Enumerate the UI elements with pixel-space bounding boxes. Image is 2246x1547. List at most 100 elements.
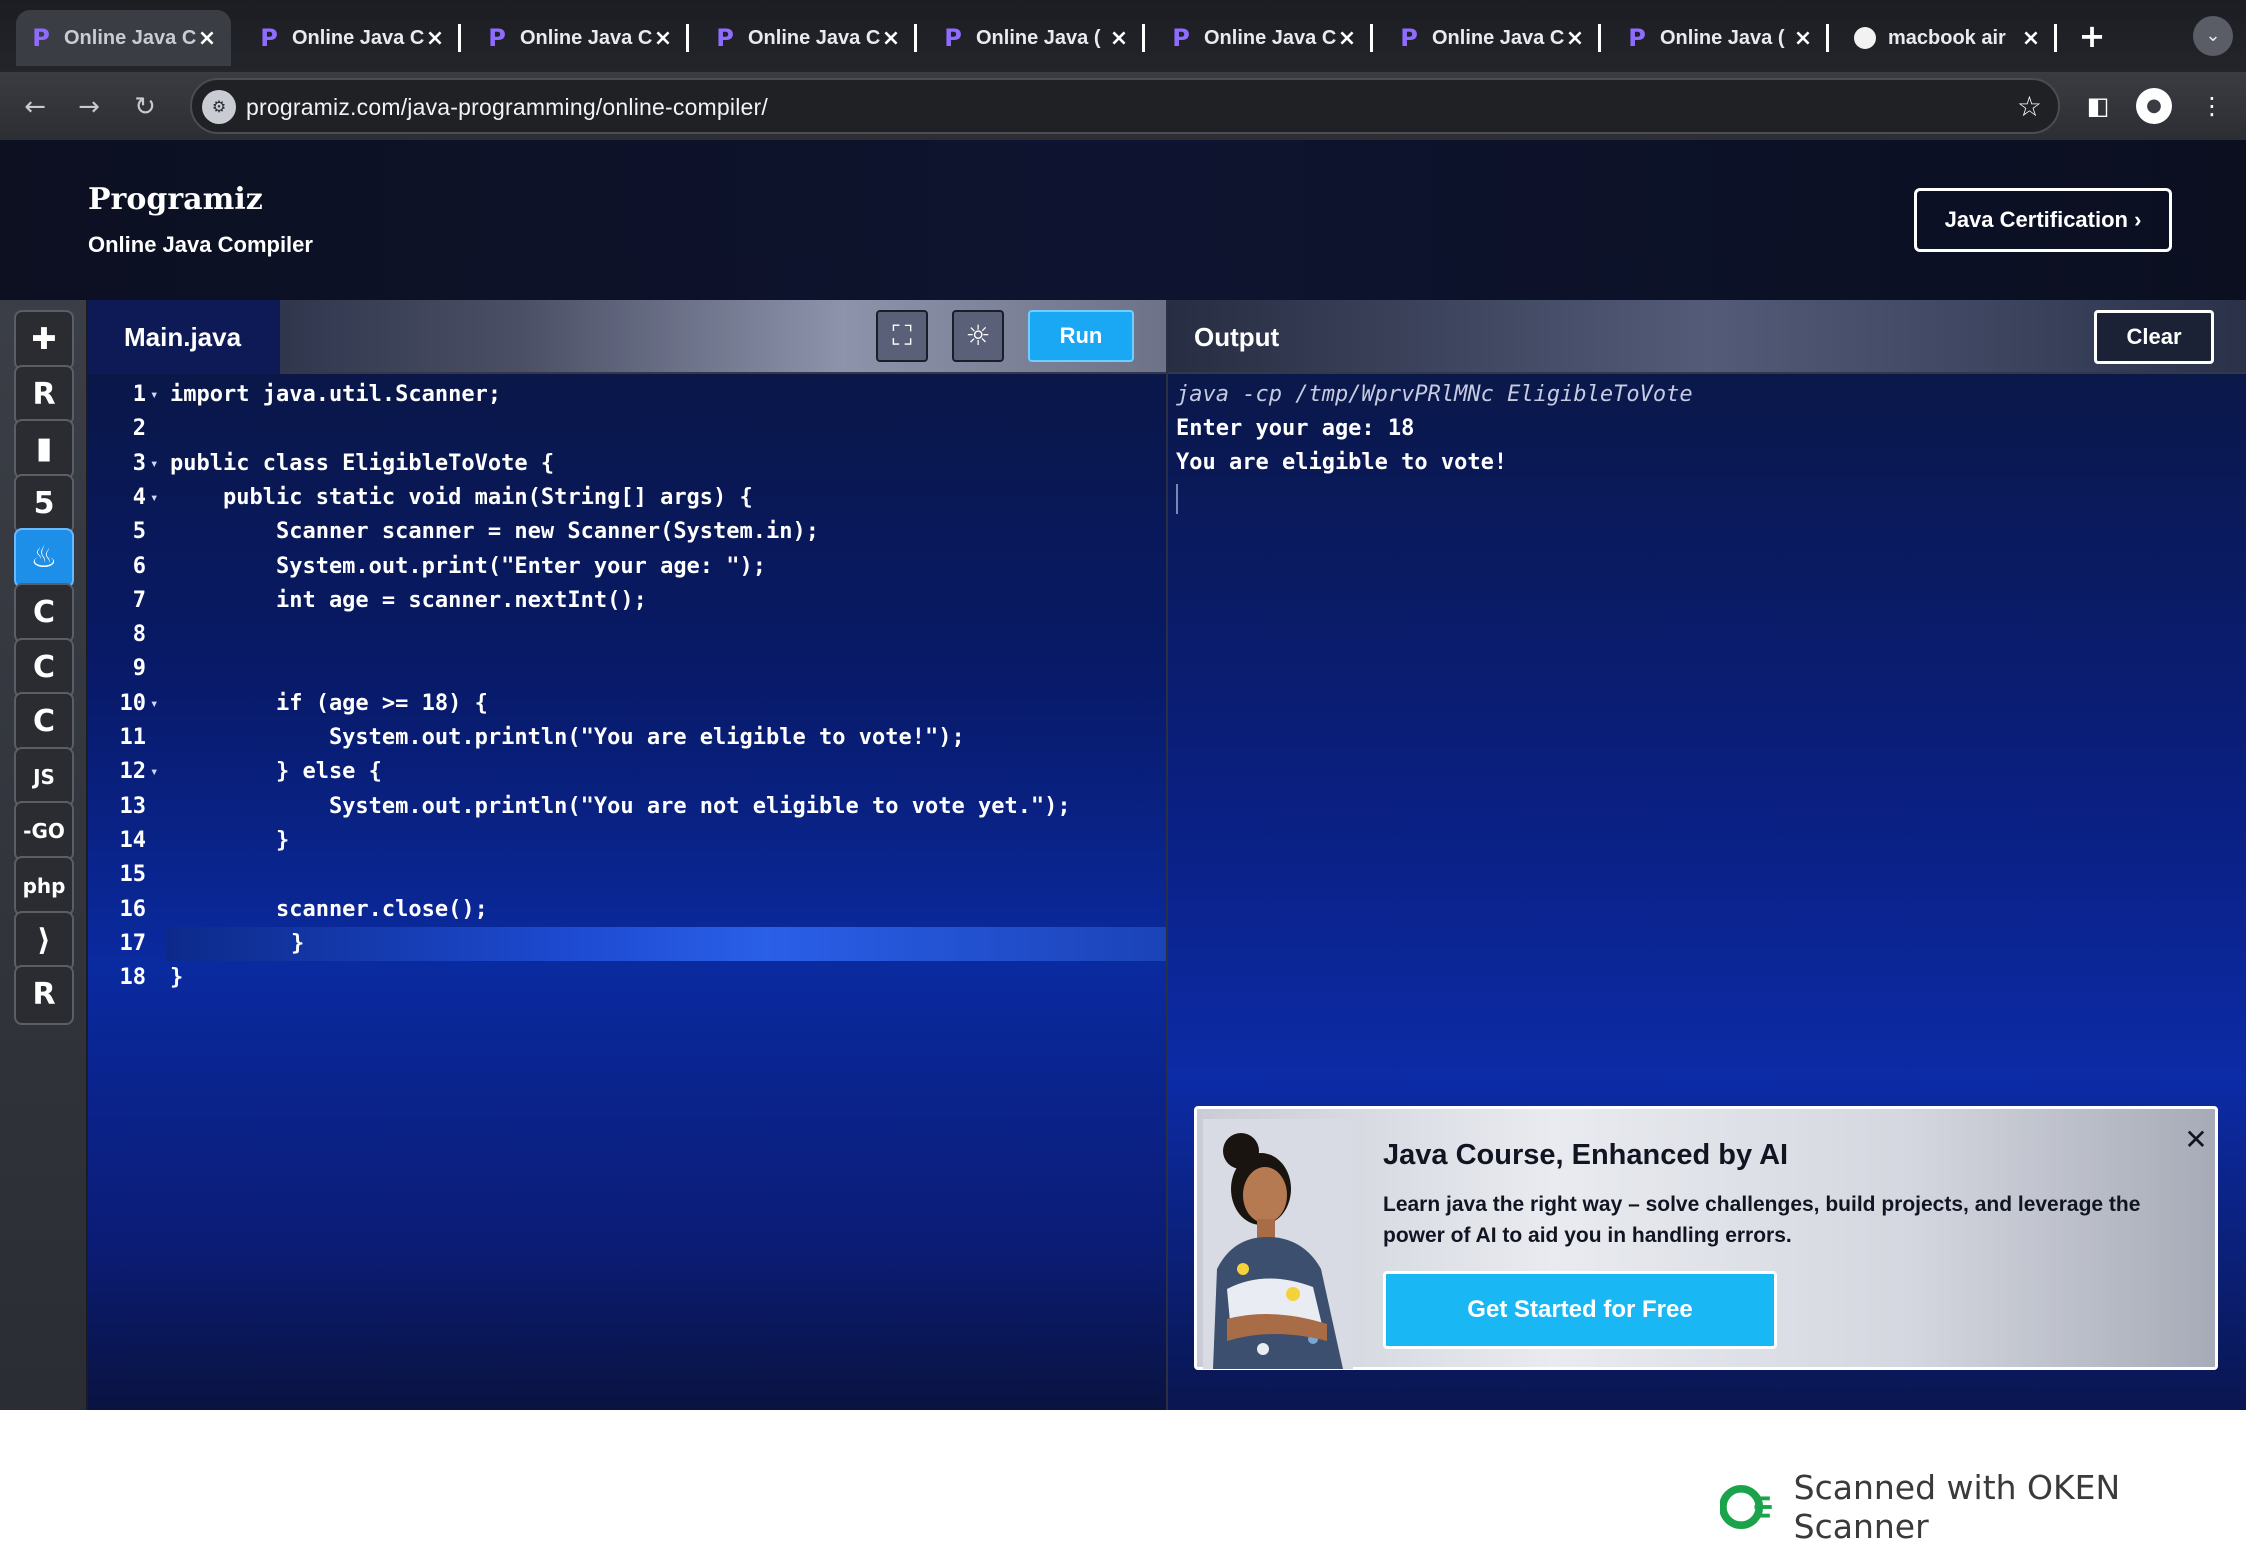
code-line[interactable]: 8 bbox=[88, 618, 1166, 652]
instructor-photo bbox=[1203, 1119, 1353, 1369]
code-line[interactable]: 15 bbox=[88, 858, 1166, 892]
output-line: Enter your age: 18 bbox=[1176, 416, 1415, 441]
tab-close-icon[interactable]: × bbox=[1337, 26, 1357, 51]
tab-separator bbox=[458, 24, 461, 52]
browser-tab[interactable]: P Online Java C × bbox=[700, 10, 917, 66]
browser-tab[interactable]: P Online Java C × bbox=[1156, 10, 1373, 66]
line-number: 3 bbox=[132, 450, 146, 476]
new-tab-button[interactable]: + bbox=[2072, 14, 2112, 58]
output-line: You are eligible to vote! bbox=[1176, 450, 1508, 475]
code-line[interactable]: 11 System.out.println("You are eligible … bbox=[88, 721, 1166, 755]
page-subtitle: Online Java Compiler bbox=[88, 232, 313, 257]
code-editor-panel: Main.java ⛶ ☼ Run 1 ▾ import java.util.Sca… bbox=[88, 300, 1166, 1410]
tab-close-icon[interactable]: × bbox=[1793, 26, 1813, 51]
code-text: public static void main(String[] args) { bbox=[170, 484, 753, 510]
code-line[interactable]: 13 System.out.println("You are not eligi… bbox=[88, 790, 1166, 824]
java-certification-button[interactable]: Java Certification › bbox=[1914, 188, 2172, 252]
browser-tab[interactable]: P Online Java C × bbox=[472, 10, 689, 66]
fold-arrow-icon[interactable]: ▾ bbox=[150, 755, 158, 789]
cpp-icon[interactable]: C bbox=[14, 637, 74, 698]
tab-close-icon[interactable]: × bbox=[425, 26, 445, 51]
tab-separator bbox=[1826, 24, 1829, 52]
html-icon[interactable]: 5 bbox=[14, 473, 74, 534]
java-icon[interactable]: ♨ bbox=[14, 528, 74, 589]
programiz-logo[interactable]: Programiz bbox=[88, 182, 263, 217]
line-number: 6 bbox=[132, 553, 146, 579]
browser-tab[interactable]: P Online Java (× bbox=[928, 10, 1145, 66]
code-area[interactable]: 1 ▾ import java.util.Scanner; 2 3 ▾ public cla… bbox=[88, 378, 1166, 1378]
browser-tab[interactable]: P Online Java C × bbox=[1384, 10, 1601, 66]
console-cursor bbox=[1176, 484, 1178, 514]
line-number: 10 bbox=[119, 690, 147, 716]
js-icon[interactable]: JS bbox=[14, 746, 74, 807]
csharp-icon[interactable]: C bbox=[14, 692, 74, 753]
site-info-icon[interactable]: ⚙ bbox=[202, 90, 236, 124]
code-line[interactable]: 1 ▾ import java.util.Scanner; bbox=[88, 378, 1166, 412]
code-line[interactable]: 9 bbox=[88, 652, 1166, 686]
code-line[interactable]: 16 scanner.close(); bbox=[88, 893, 1166, 927]
tab-title: Online Java C bbox=[1432, 26, 1565, 49]
oken-scanner-logo bbox=[1720, 1484, 1772, 1530]
php-icon[interactable]: php bbox=[14, 856, 74, 916]
code-line[interactable]: 14 } bbox=[88, 824, 1166, 858]
fold-arrow-icon[interactable]: ▾ bbox=[150, 378, 158, 412]
go-icon[interactable]: -GO bbox=[14, 801, 74, 862]
back-icon[interactable]: ← bbox=[18, 90, 52, 124]
code-line[interactable]: 6 System.out.print("Enter your age: "); bbox=[88, 550, 1166, 584]
side-panel-icon[interactable]: ◧ bbox=[2080, 88, 2116, 124]
clear-button[interactable]: Clear bbox=[2094, 310, 2214, 364]
tab-close-icon[interactable]: × bbox=[653, 26, 673, 51]
bookmark-star-icon[interactable]: ☆ bbox=[2017, 90, 2042, 123]
code-line[interactable]: 2 bbox=[88, 412, 1166, 446]
line-number: 9 bbox=[132, 656, 146, 682]
tab-close-icon[interactable]: × bbox=[2021, 26, 2041, 51]
code-line[interactable]: 10 ▾ if (age >= 18) { bbox=[88, 687, 1166, 721]
code-line[interactable]: 18} bbox=[88, 961, 1166, 995]
browser-tab[interactable]: macbook air × bbox=[1840, 10, 2057, 66]
close-icon[interactable]: ✕ bbox=[2181, 1125, 2211, 1155]
output-command-line: java -cp /tmp/WprvPRlMNc EligibleToVote bbox=[1176, 382, 1693, 407]
browser-tab[interactable]: P Online Java C × bbox=[244, 10, 461, 66]
tab-close-icon[interactable]: × bbox=[1109, 26, 1129, 51]
rust-icon[interactable]: R bbox=[14, 965, 74, 1026]
browser-tab[interactable]: P Online Java C × bbox=[16, 10, 231, 66]
code-text: import java.util.Scanner; bbox=[170, 382, 502, 407]
fold-arrow-icon[interactable]: ▾ bbox=[150, 481, 158, 515]
output-console[interactable]: java -cp /tmp/WprvPRlMNc EligibleToVote E… bbox=[1168, 374, 2246, 774]
tab-search-button[interactable]: ⌄ bbox=[2193, 16, 2233, 56]
run-button[interactable]: Run bbox=[1028, 310, 1134, 362]
code-line[interactable]: 12 ▾ } else { bbox=[88, 755, 1166, 789]
sql-icon[interactable]: ▮ bbox=[14, 419, 74, 480]
tab-title: Online Java C bbox=[1204, 26, 1337, 49]
profile-avatar[interactable]: ● bbox=[2136, 88, 2172, 124]
file-tab-main-java[interactable]: Main.java bbox=[88, 300, 280, 374]
line-number: 2 bbox=[132, 416, 146, 442]
code-line[interactable]: 4 ▾ public static void main(String[] args… bbox=[88, 481, 1166, 515]
theme-toggle-icon[interactable]: ☼ bbox=[952, 310, 1004, 362]
tab-close-icon[interactable]: × bbox=[881, 26, 901, 51]
fold-arrow-icon[interactable]: ▾ bbox=[150, 447, 158, 481]
browser-menu-icon[interactable]: ⋮ bbox=[2194, 88, 2230, 124]
tab-close-icon[interactable]: × bbox=[1565, 26, 1585, 51]
programiz-favicon-icon: P bbox=[260, 24, 278, 52]
reload-icon[interactable]: ↻ bbox=[128, 90, 162, 124]
fold-arrow-icon[interactable]: ▾ bbox=[150, 687, 158, 721]
code-line[interactable]: 7 int age = scanner.nextInt(); bbox=[88, 584, 1166, 618]
browser-tab[interactable]: P Online Java (× bbox=[1612, 10, 1829, 66]
url-text[interactable]: programiz.com/java-programming/online-co… bbox=[246, 94, 768, 121]
r-icon[interactable]: R bbox=[14, 364, 74, 425]
tab-close-icon[interactable]: × bbox=[197, 26, 217, 51]
fullscreen-icon[interactable]: ⛶ bbox=[876, 310, 928, 362]
address-bar[interactable]: ⚙ programiz.com/java-programming/online-… bbox=[190, 78, 2060, 134]
promo-card: Java Course, Enhanced by AI Learn java t… bbox=[1194, 1106, 2218, 1370]
python-icon[interactable]: ✚ bbox=[14, 310, 74, 370]
line-number: 12 bbox=[119, 759, 147, 785]
code-line[interactable]: 3 ▾ public class EligibleToVote { bbox=[88, 447, 1166, 481]
swift-icon[interactable]: ⟩ bbox=[14, 910, 74, 971]
forward-icon[interactable]: → bbox=[72, 90, 106, 124]
code-line[interactable]: 17 } bbox=[166, 926, 1166, 961]
get-started-button[interactable]: Get Started for Free bbox=[1383, 1271, 1777, 1349]
code-line[interactable]: 5 Scanner scanner = new Scanner(System.i… bbox=[88, 515, 1166, 549]
c-icon[interactable]: C bbox=[14, 583, 74, 643]
line-number: 5 bbox=[132, 519, 146, 545]
